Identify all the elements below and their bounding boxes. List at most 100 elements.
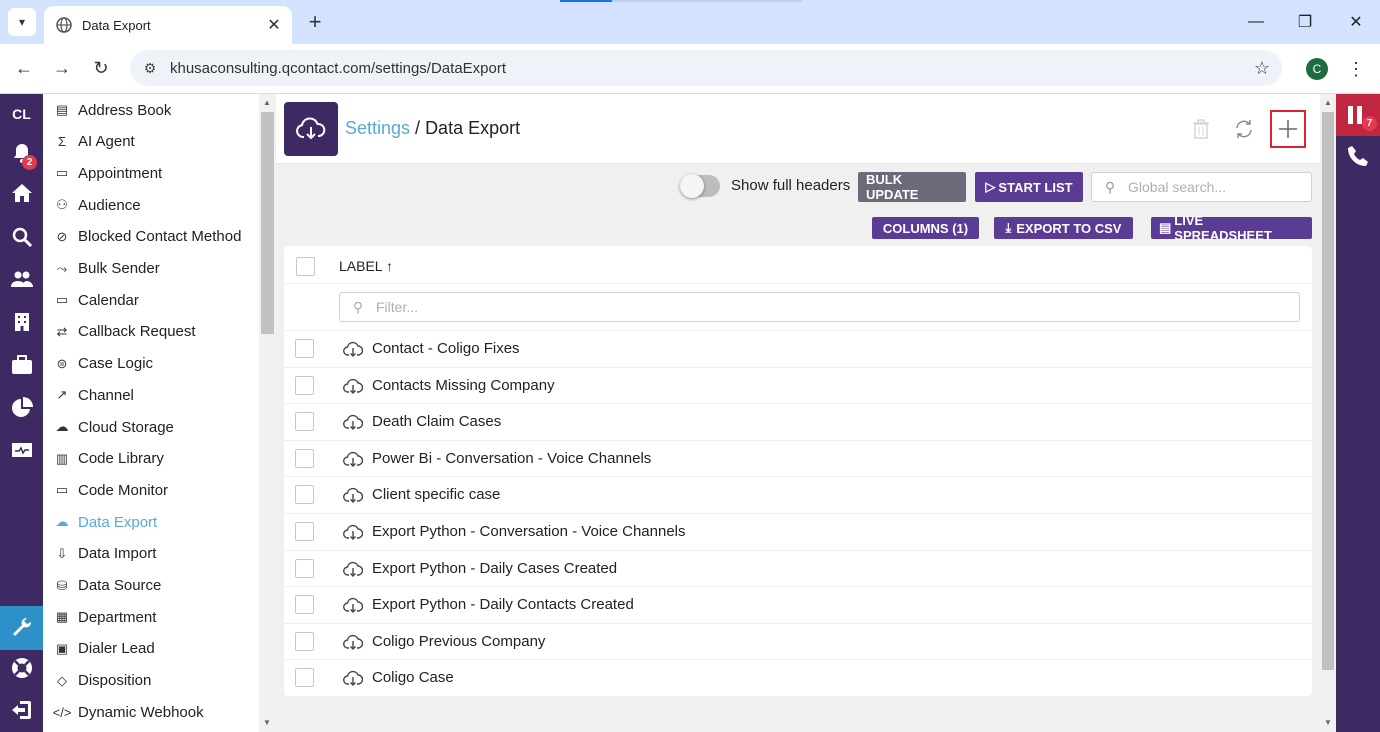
briefcase-icon[interactable]	[7, 350, 37, 380]
lifebuoy-icon[interactable]	[7, 653, 37, 683]
row-checkbox[interactable]	[295, 412, 314, 432]
menu-item-case-logic[interactable]: ⊜ Case Logic	[53, 352, 154, 376]
menu-item-channel[interactable]: ↗ Channel	[53, 383, 134, 407]
menu-item-blocked-contact-method[interactable]: ⊘ Blocked Contact Method	[53, 225, 242, 249]
table-row[interactable]: Export Python - Daily Cases Created	[284, 551, 1312, 588]
table-row[interactable]: Export Python - Conversation - Voice Cha…	[284, 514, 1312, 551]
main-scroll-thumb[interactable]	[1322, 112, 1334, 670]
table-row[interactable]: Contact - Coligo Fixes	[284, 331, 1312, 368]
site-info-icon[interactable]: ⚙	[130, 60, 170, 77]
row-label[interactable]: Coligo Case	[372, 669, 454, 686]
menu-scrollbar[interactable]: ▲ ▼	[259, 94, 276, 732]
row-checkbox[interactable]	[295, 668, 314, 688]
full-headers-toggle[interactable]	[680, 174, 720, 198]
table-row[interactable]: Coligo Previous Company	[284, 624, 1312, 661]
menu-item-appointment[interactable]: ▭ Appointment	[53, 161, 162, 185]
address-bar[interactable]: ⚙ khusaconsulting.qcontact.com/settings/…	[130, 50, 1282, 86]
row-label[interactable]: Death Claim Cases	[372, 413, 501, 430]
scroll-down-arrow[interactable]: ▼	[263, 718, 271, 727]
row-checkbox[interactable]	[295, 339, 314, 358]
row-label[interactable]: Export Python - Daily Cases Created	[372, 560, 617, 577]
menu-item-data-import[interactable]: ⇩ Data Import	[53, 542, 157, 566]
column-header-label[interactable]: LABEL ↑	[339, 258, 393, 274]
table-row[interactable]: Export Python - Daily Contacts Created	[284, 587, 1312, 624]
bookmark-star-icon[interactable]: ☆	[1242, 58, 1282, 79]
menu-item-audience[interactable]: ⚇ Audience	[53, 193, 140, 217]
table-row[interactable]: Coligo Case	[284, 660, 1312, 697]
tab-search-button[interactable]: ▾	[8, 8, 36, 36]
browser-tab[interactable]: Data Export ✕	[44, 6, 292, 44]
new-tab-button[interactable]: +	[302, 9, 328, 35]
main-scrollbar[interactable]: ▲ ▼	[1320, 94, 1336, 732]
row-label[interactable]: Export Python - Conversation - Voice Cha…	[372, 523, 686, 540]
scroll-down-arrow[interactable]: ▼	[1324, 718, 1332, 727]
row-label[interactable]: Power Bi - Conversation - Voice Channels	[372, 450, 651, 467]
queue-panel[interactable]: 7	[1336, 94, 1380, 136]
table-row[interactable]: Contacts Missing Company	[284, 368, 1312, 405]
row-checkbox[interactable]	[295, 558, 314, 578]
minimize-button[interactable]: —	[1242, 8, 1270, 36]
start-list-button[interactable]: ▷ START LIST	[975, 172, 1083, 202]
browser-menu-icon[interactable]: ⋮	[1346, 56, 1366, 82]
home-icon[interactable]	[7, 178, 37, 208]
building-icon[interactable]	[7, 307, 37, 337]
add-button[interactable]	[1270, 110, 1306, 148]
menu-item-calendar[interactable]: ▭ Calendar	[53, 288, 139, 312]
profile-avatar[interactable]: C	[1306, 58, 1328, 80]
reload-button[interactable]: ↻	[87, 54, 115, 82]
export-csv-button[interactable]: ⤓ EXPORT TO CSV	[994, 217, 1133, 239]
menu-item-ai-agent[interactable]: Σ AI Agent	[53, 130, 135, 154]
columns-button[interactable]: COLUMNS (1)	[872, 217, 979, 239]
menu-item-disposition[interactable]: ◇ Disposition	[53, 669, 151, 693]
row-label[interactable]: Contacts Missing Company	[372, 377, 555, 394]
menu-item-data-export[interactable]: ☁ Data Export	[53, 510, 158, 534]
table-row[interactable]: Death Claim Cases	[284, 404, 1312, 441]
close-window-button[interactable]: ✕	[1342, 8, 1370, 36]
logout-icon[interactable]	[7, 695, 37, 725]
label-filter-input[interactable]: ⚲ Filter...	[339, 292, 1300, 322]
menu-item-dynamic-webhook[interactable]: </> Dynamic Webhook	[53, 700, 204, 724]
delete-button[interactable]	[1186, 114, 1216, 144]
breadcrumb-settings-link[interactable]: Settings	[345, 118, 410, 138]
menu-scroll-thumb[interactable]	[261, 112, 274, 334]
menu-item-bulk-sender[interactable]: ⤳ Bulk Sender	[53, 257, 160, 281]
wrench-icon[interactable]	[7, 613, 37, 643]
menu-item-dialer-lead[interactable]: ▣ Dialer Lead	[53, 637, 155, 661]
pie-chart-icon[interactable]	[7, 393, 37, 423]
row-label[interactable]: Coligo Previous Company	[372, 633, 545, 650]
scroll-up-arrow[interactable]: ▲	[1324, 98, 1332, 107]
row-checkbox[interactable]	[295, 522, 314, 541]
menu-item-callback-request[interactable]: ⇄ Callback Request	[53, 320, 196, 344]
refresh-button[interactable]	[1229, 114, 1259, 144]
url-text[interactable]: khusaconsulting.qcontact.com/settings/Da…	[170, 60, 1242, 77]
close-tab-icon[interactable]: ✕	[262, 13, 286, 37]
users-icon[interactable]	[7, 264, 37, 294]
table-row[interactable]: Power Bi - Conversation - Voice Channels	[284, 441, 1312, 478]
row-checkbox[interactable]	[295, 595, 314, 615]
row-checkbox[interactable]	[295, 485, 314, 505]
row-label[interactable]: Export Python - Daily Contacts Created	[372, 596, 634, 613]
global-search[interactable]: ⚲ Global search...	[1091, 172, 1312, 202]
menu-item-data-source[interactable]: ⛁ Data Source	[53, 574, 162, 598]
table-row[interactable]: Client specific case	[284, 477, 1312, 514]
menu-item-department[interactable]: ▦ Department	[53, 605, 157, 629]
search-icon[interactable]	[7, 222, 37, 252]
menu-item-code-library[interactable]: ▥ Code Library	[53, 447, 164, 471]
row-label[interactable]: Client specific case	[372, 486, 500, 503]
menu-item-code-monitor[interactable]: ▭ Code Monitor	[53, 478, 168, 502]
select-all-checkbox[interactable]	[296, 257, 315, 276]
scroll-up-arrow[interactable]: ▲	[263, 98, 271, 107]
row-checkbox[interactable]	[295, 631, 314, 651]
forward-button[interactable]: →	[48, 54, 76, 82]
menu-item-cloud-storage[interactable]: ☁ Cloud Storage	[53, 415, 174, 439]
restore-button[interactable]: ❐	[1291, 8, 1319, 36]
phone-icon[interactable]	[1346, 144, 1370, 173]
row-label[interactable]: Contact - Coligo Fixes	[372, 340, 520, 357]
row-checkbox[interactable]	[295, 448, 314, 468]
back-button[interactable]: ←	[10, 54, 38, 82]
bulk-update-button[interactable]: BULK UPDATE	[858, 172, 966, 202]
menu-item-address-book[interactable]: ▤ Address Book	[53, 98, 172, 122]
live-spreadsheet-button[interactable]: ▤ LIVE SPREADSHEET	[1151, 213, 1312, 243]
row-checkbox[interactable]	[295, 375, 314, 395]
monitor-icon[interactable]	[7, 436, 37, 466]
